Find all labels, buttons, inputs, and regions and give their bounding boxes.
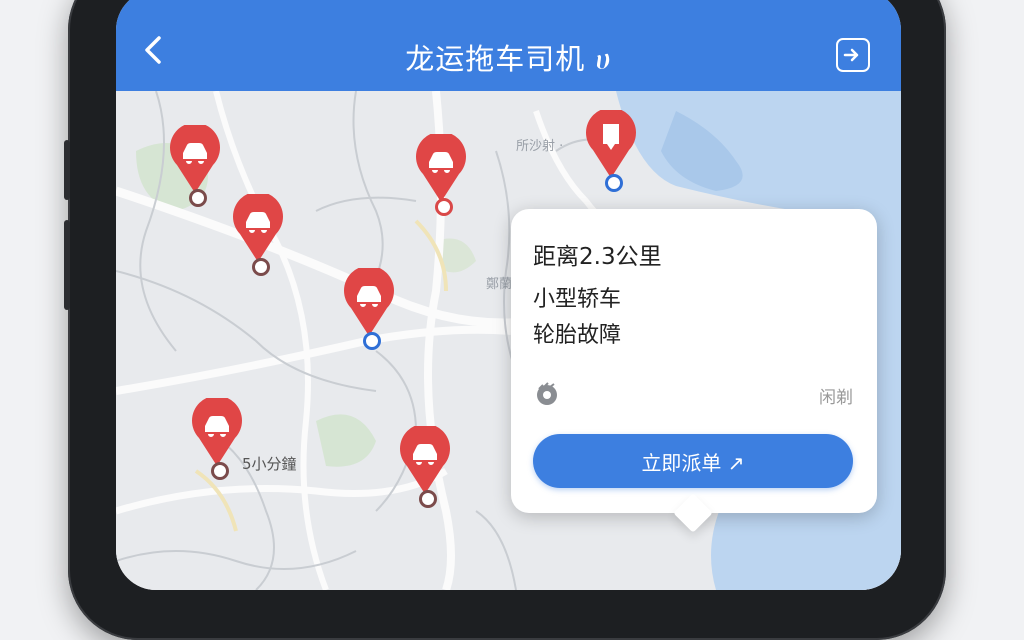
vehicle-marker[interactable] [232, 194, 288, 284]
location-dot [419, 490, 437, 508]
order-info-card: 距离2.3公里 小型轿车 轮胎故障 闲剃 立即派单 ↗ [511, 209, 877, 513]
map-view[interactable]: 所沙射 · 鄭蘭 5小分鐘 距离2.3公里 小型轿车 轮胎故障 闲剃 立即派单 … [116, 91, 901, 590]
tire-icon [537, 382, 557, 405]
volume-button-2 [64, 220, 70, 310]
vehicle-marker[interactable] [343, 268, 399, 358]
fault-type-text: 轮胎故障 [533, 323, 622, 348]
target-marker[interactable] [585, 110, 641, 200]
distance-text: 距离2.3公里 [533, 244, 662, 270]
vehicle-type-text: 小型轿车 [533, 287, 622, 312]
vehicle-marker[interactable] [415, 134, 471, 224]
car-icon [170, 125, 220, 193]
page-title: 龙运拖车司机 ሀ [405, 42, 612, 76]
phone-screen: 龙运拖车司机 ሀ 所沙射 · 鄭蘭 5小分鐘 距离2.3公里 小型轿车 轮胎故障… [116, 0, 901, 590]
eta-label: 5小分鐘 [242, 455, 297, 473]
dispatch-button[interactable]: 立即派单 ↗ [533, 434, 853, 488]
flag-icon [586, 110, 636, 178]
car-icon [192, 398, 242, 466]
app-header: 龙运拖车司机 ሀ [116, 0, 901, 91]
location-dot [189, 189, 207, 207]
car-icon [400, 426, 450, 494]
car-icon [344, 268, 394, 336]
exit-button[interactable] [836, 38, 870, 72]
status-note: 闲剃 [819, 388, 853, 408]
district-label: 鄭蘭 [486, 277, 513, 292]
vehicle-marker[interactable] [399, 426, 455, 516]
vehicle-marker[interactable] [169, 125, 225, 215]
exit-icon [843, 48, 859, 62]
district-label: 所沙射 · [516, 139, 564, 154]
location-dot [252, 258, 270, 276]
location-dot [363, 332, 381, 350]
location-dot [435, 198, 453, 216]
location-dot [211, 462, 229, 480]
vehicle-marker[interactable] [191, 398, 247, 488]
location-dot [605, 174, 623, 192]
car-icon [416, 134, 466, 202]
car-icon [233, 194, 283, 262]
volume-button [64, 140, 70, 200]
